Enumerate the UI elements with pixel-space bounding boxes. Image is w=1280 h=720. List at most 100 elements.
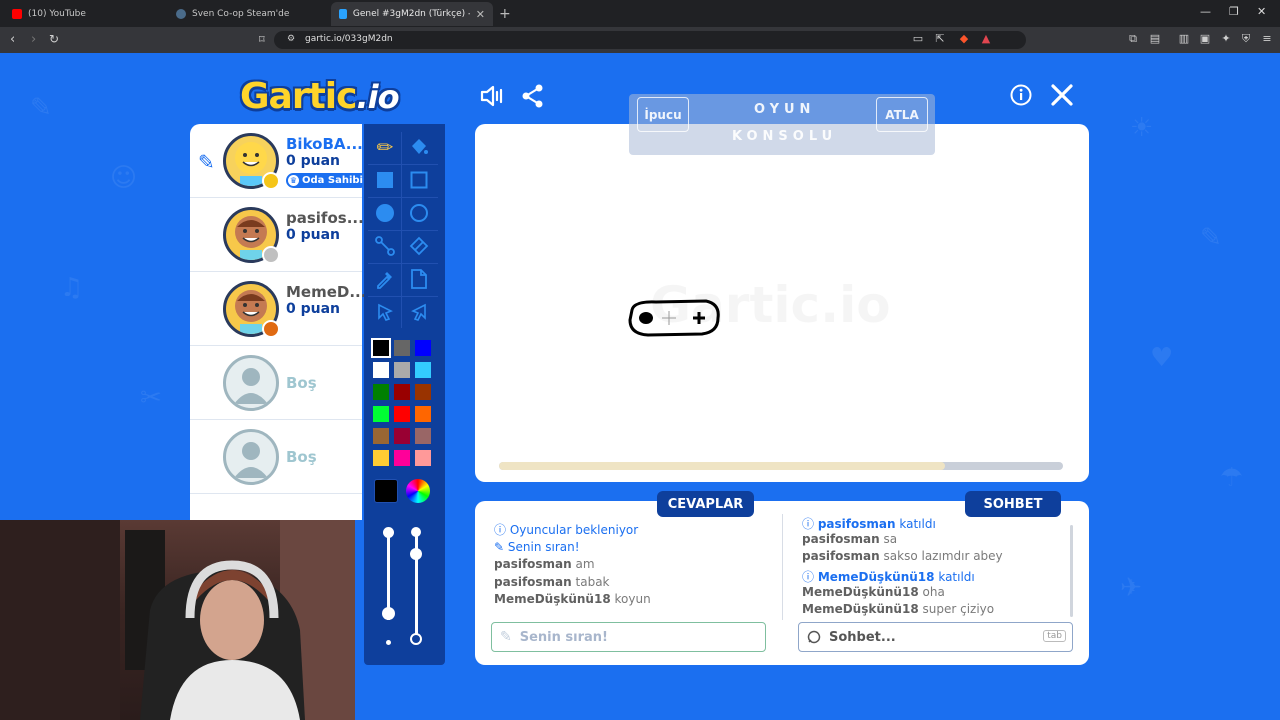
answers-tab[interactable]: CEVAPLAR	[657, 491, 754, 517]
brush-size-knob[interactable]	[382, 607, 395, 620]
new-tab-icon[interactable]: +	[499, 6, 511, 22]
tab-steam[interactable]: Sven Co-op Steam'de	[170, 2, 330, 26]
brave-shield-icon[interactable]: ◆	[958, 33, 970, 45]
color-swatch[interactable]	[373, 384, 389, 400]
info-icon[interactable]	[1010, 84, 1032, 112]
bookmark-icon[interactable]: ⌑	[259, 33, 265, 46]
close-window-icon[interactable]: ✕	[1257, 5, 1266, 18]
chat-input[interactable]: Sohbet... tab	[798, 622, 1073, 652]
share-page-icon[interactable]: ⇱	[934, 33, 946, 45]
reading-icon[interactable]: ▥	[1178, 33, 1190, 45]
color-swatch[interactable]	[371, 338, 391, 358]
wallet-icon[interactable]: ▣	[1199, 33, 1211, 45]
message-user: pasifosman	[802, 532, 880, 546]
color-swatch[interactable]	[415, 406, 431, 422]
player-score: 0 puan	[286, 153, 341, 169]
pencil-icon: ✎	[500, 629, 512, 645]
pencil-icon: ✎	[494, 540, 508, 554]
color-picker-wheel-icon[interactable]	[406, 479, 430, 503]
color-swatch[interactable]	[373, 362, 389, 378]
panel-divider	[782, 514, 783, 620]
player-card[interactable]: MemeD... 0 puan	[190, 272, 366, 346]
reload-icon[interactable]: ↻	[49, 32, 59, 46]
fill-bucket-tool-icon[interactable]	[403, 131, 435, 163]
back-icon[interactable]: ‹	[10, 32, 15, 47]
skip-button[interactable]: ATLA	[876, 97, 928, 132]
site-info-icon[interactable]: ⚙	[287, 34, 295, 44]
close-icon[interactable]	[1050, 83, 1074, 113]
player-card[interactable]: pasifos... 0 puan	[190, 198, 364, 272]
message-text: katıldı	[899, 517, 936, 531]
slider-bottom-dot-icon	[386, 640, 391, 645]
ellipse-tool-icon[interactable]	[403, 197, 435, 229]
answer-input[interactable]: ✎ Senin sıran!	[491, 622, 766, 652]
player-card[interactable]: ✎ BikoBA... 0 puan ♛ Oda Sahibi	[190, 124, 368, 198]
color-swatch[interactable]	[394, 340, 410, 356]
message-user: pasifosman	[817, 517, 896, 531]
chat-scrollbar[interactable]	[1070, 525, 1073, 617]
eraser-tool-icon[interactable]	[403, 230, 435, 262]
color-swatch[interactable]	[394, 384, 410, 400]
chat-message: ⓘ MemeDüşkünü18 katıldı	[802, 568, 975, 585]
color-swatch[interactable]	[394, 428, 410, 444]
hint-button[interactable]: İpucu	[637, 97, 689, 132]
tab-title: Genel #3gM2dn (Türkçe) - Gartic	[352, 9, 470, 19]
line-tool-icon[interactable]	[369, 230, 401, 262]
tab-title: Sven Co-op Steam'de	[192, 9, 290, 19]
filled-ellipse-tool-icon[interactable]	[369, 197, 401, 229]
color-swatch[interactable]	[373, 450, 389, 466]
filled-rectangle-tool-icon[interactable]	[369, 164, 401, 196]
share-icon[interactable]	[522, 84, 544, 114]
player-name: BikoBA...	[286, 135, 363, 153]
eyedropper-tool-icon[interactable]	[369, 263, 401, 295]
console-title-line1: OYUN	[754, 102, 816, 117]
color-swatch[interactable]	[415, 384, 431, 400]
cast-icon[interactable]: ▭	[912, 33, 924, 45]
streamer-webcam-image	[0, 520, 355, 720]
redo-tool-icon[interactable]	[403, 296, 435, 328]
sidebar-icon[interactable]: ▤	[1149, 33, 1161, 45]
chat-message: MemeDüşkünü18 super çiziyo	[802, 602, 994, 616]
leo-icon[interactable]: ✦	[1220, 33, 1232, 45]
forward-icon[interactable]: ›	[31, 32, 36, 47]
color-swatch[interactable]	[394, 362, 410, 378]
steam-icon	[176, 9, 186, 19]
color-swatch[interactable]	[394, 406, 410, 422]
gartic-favicon-icon	[339, 9, 347, 19]
message-text: am	[575, 557, 595, 571]
opacity-knob[interactable]	[410, 548, 422, 560]
color-swatch[interactable]	[415, 450, 431, 466]
color-swatch[interactable]	[373, 428, 389, 444]
color-swatch[interactable]	[415, 340, 431, 356]
brave-rewards-icon[interactable]: ▲	[980, 33, 992, 45]
rectangle-tool-icon[interactable]	[403, 164, 435, 196]
tab-youtube[interactable]: (10) YouTube	[6, 2, 166, 26]
minimize-icon[interactable]: —	[1200, 5, 1211, 18]
message-text: sakso lazımdır abey	[883, 549, 1003, 563]
extensions-icon[interactable]: ⧉	[1127, 33, 1139, 45]
empty-slot: Boş	[190, 346, 362, 420]
color-swatch[interactable]	[394, 450, 410, 466]
vpn-icon[interactable]: ⛨	[1240, 33, 1252, 45]
pencil-tool-icon[interactable]: ✏	[369, 131, 401, 163]
color-swatch[interactable]	[415, 362, 431, 378]
chat-message: MemeDüşkünü18 oha	[802, 585, 945, 599]
close-tab-icon[interactable]: ✕	[476, 8, 485, 21]
slider-top-dot-icon	[411, 527, 421, 537]
maximize-icon[interactable]: ❐	[1229, 5, 1239, 18]
undo-tool-icon[interactable]	[369, 296, 401, 328]
crown-icon: ♛	[288, 175, 299, 186]
info-icon: ⓘ	[802, 570, 818, 584]
color-swatch[interactable]	[415, 428, 431, 444]
current-color[interactable]	[374, 479, 398, 503]
empty-avatar-icon	[223, 355, 279, 411]
tab-gartic[interactable]: Genel #3gM2dn (Türkçe) - Gartic ✕	[331, 2, 493, 26]
game-console: İpucu ATLA OYUN KONSOLU	[629, 94, 935, 155]
badge-label: Oda Sahibi	[302, 175, 363, 186]
chat-tab[interactable]: SOHBET	[965, 491, 1061, 517]
color-swatch[interactable]	[373, 406, 389, 422]
clear-page-tool-icon[interactable]	[403, 263, 435, 295]
menu-icon[interactable]: ≡	[1261, 33, 1273, 45]
info-icon: ⓘ	[802, 517, 818, 531]
sound-icon[interactable]	[480, 84, 506, 114]
